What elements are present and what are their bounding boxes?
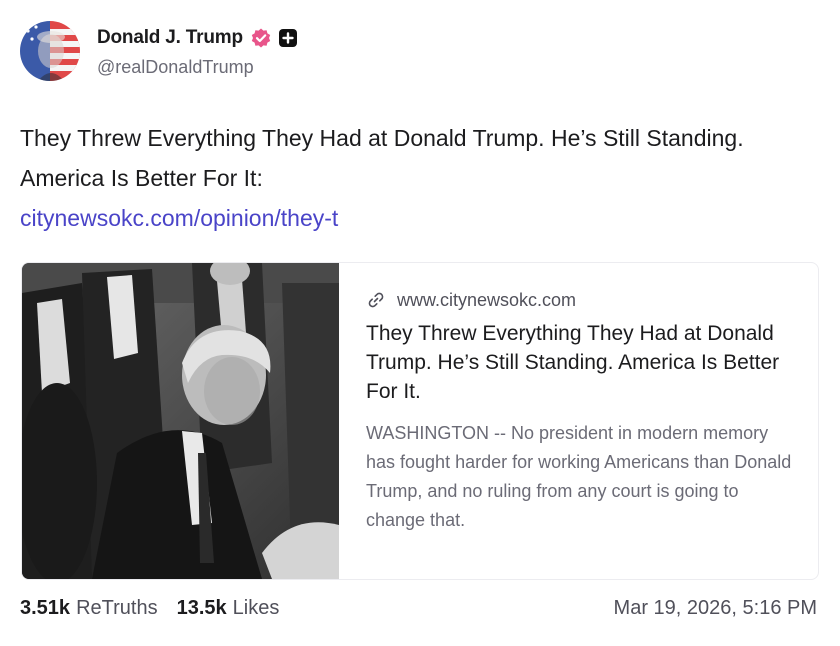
link-preview-card[interactable]: www.citynewsokc.com They Threw Everythin… (21, 262, 819, 580)
likes-label: Likes (232, 596, 280, 619)
link-preview-title: They Threw Everything They Had at Donald… (366, 322, 780, 403)
post-timestamp[interactable]: Mar 19, 2026, 5:16 PM (614, 597, 817, 620)
avatar[interactable] (20, 21, 80, 81)
post-header: Donald J. Trump @realDonaldTrump (20, 20, 298, 82)
author-info: Donald J. Trump @realDonaldTrump (97, 25, 298, 78)
likes-count: 13.5k (176, 596, 227, 619)
post-footer: 3.51k ReTruths 13.5k Likes Mar 19, 2026, 5… (20, 592, 817, 624)
post-text: They Threw Everything They Had at Donald… (20, 125, 744, 191)
retruths-label: ReTruths (76, 596, 158, 619)
link-preview-image (22, 263, 339, 579)
link-preview-domain-row: www.citynewsokc.com (366, 287, 794, 313)
link-preview-description: WASHINGTON -- No president in modern mem… (366, 423, 792, 530)
retruths-stat[interactable]: 3.51k ReTruths (20, 597, 158, 620)
post-body: They Threw Everything They Had at Donald… (20, 118, 810, 238)
avatar-image (20, 21, 80, 81)
post-link[interactable]: citynewsokc.com/opinion/they-t (20, 198, 810, 238)
retruths-count: 3.51k (20, 596, 71, 619)
author-handle[interactable]: @realDonaldTrump (97, 57, 298, 78)
link-preview-domain: www.citynewsokc.com (397, 289, 577, 310)
author-display-name[interactable]: Donald J. Trump (97, 27, 243, 49)
link-icon (366, 290, 386, 310)
link-preview-body: www.citynewsokc.com They Threw Everythin… (339, 263, 818, 579)
likes-stat[interactable]: 13.5k Likes (177, 597, 280, 620)
verified-check-icon (250, 27, 272, 49)
author-name-row: Donald J. Trump (97, 25, 298, 51)
plus-badge-icon (278, 28, 298, 48)
